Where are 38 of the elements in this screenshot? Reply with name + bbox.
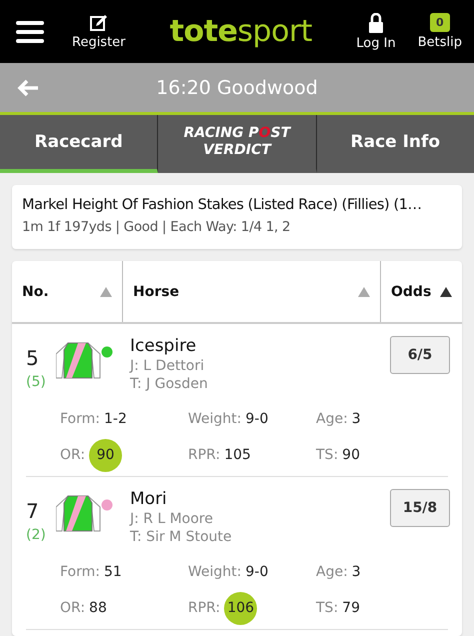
race-title: 16:20 Goodwood	[155, 76, 319, 98]
betslip-button[interactable]: 0 Betslip	[418, 13, 462, 50]
horse-name: Mori	[130, 489, 168, 509]
column-header[interactable]: Odds	[381, 261, 462, 322]
stat-label: Form: 1-2	[60, 410, 128, 429]
runner-number: 7	[26, 499, 40, 523]
edit-icon	[90, 14, 108, 32]
horse-name: Icespire	[130, 336, 198, 356]
jockey-name: J: R L Moore	[130, 511, 214, 527]
tab[interactable]: Racecard	[0, 115, 158, 173]
menu-icon[interactable]	[16, 20, 44, 42]
column-header[interactable]: No.	[12, 261, 123, 322]
stat-label: RPR: 106	[188, 593, 316, 623]
register-button[interactable]: Register	[72, 14, 126, 50]
stat-label: RPR: 105	[188, 446, 252, 465]
odds-button[interactable]: 15/8	[390, 489, 450, 527]
stat-label: Weight: 9-0	[188, 563, 270, 582]
totesport-logo: totesport	[168, 14, 314, 49]
login-button[interactable]: Log In	[356, 12, 396, 50]
stat-label: TS: 90	[316, 446, 361, 465]
stat-label: Age: 3	[316, 563, 362, 582]
draw-number: (2)	[26, 527, 47, 543]
column-header[interactable]: Horse	[123, 261, 381, 322]
stat-label: Weight: 9-0	[188, 410, 270, 429]
padlock-icon	[368, 12, 384, 32]
stat-label: Age: 3	[316, 410, 362, 429]
runner-number: 5	[26, 346, 40, 370]
stat-label: Form: 51	[60, 563, 123, 582]
draw-number: (5)	[26, 374, 47, 390]
jockey-name: J: L Dettori	[130, 358, 206, 374]
race-name: Markel Height Of Fashion Stakes (Listed Race) (Fillies) (1…	[22, 197, 423, 213]
trainer-name: T: Sir M Stoute	[130, 529, 233, 545]
stat-label: OR: 90	[60, 440, 188, 470]
odds-button[interactable]: 6/5	[390, 336, 450, 374]
stat-label: OR: 88	[60, 599, 108, 618]
race-details: 1m 1f 197yds | Good | Each Way: 1/4 1, 2	[22, 219, 292, 235]
stat-label: TS: 79	[316, 599, 361, 618]
trainer-name: T: J Gosden	[130, 376, 209, 392]
